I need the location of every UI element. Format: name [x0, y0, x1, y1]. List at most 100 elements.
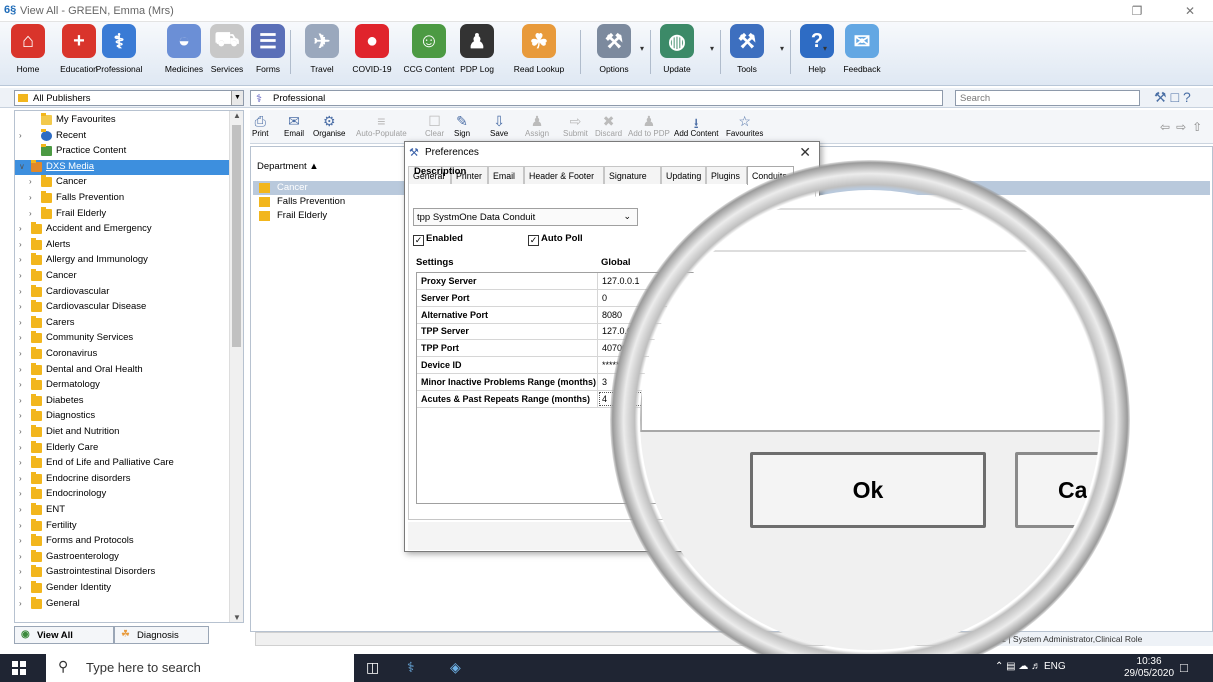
chevron-right-icon[interactable]: › — [19, 552, 22, 561]
settings-row[interactable]: Minor Inactive Problems Range (months) 3 — [417, 373, 667, 391]
ribbon-professional-button[interactable]: ⚕ Professional — [90, 24, 148, 82]
setting-value[interactable]: 127.0.0.1 — [602, 326, 640, 336]
tree-item[interactable]: › Diagnostics — [15, 409, 229, 425]
scroll-thumb[interactable] — [232, 125, 241, 347]
chevron-right-icon[interactable]: › — [19, 396, 22, 405]
content-row[interactable]: Frail Elderly — [253, 209, 403, 223]
tab-updating[interactable]: Updating — [661, 166, 706, 184]
tree-item[interactable]: › Gastrointestinal Disorders — [15, 565, 229, 581]
setting-value[interactable]: 40700 — [602, 343, 627, 353]
chevron-down-icon[interactable]: ∨ — [19, 162, 25, 171]
chevron-right-icon[interactable]: › — [19, 349, 22, 358]
up-arrow-icon[interactable]: ⇧ — [1192, 120, 1208, 134]
save-button[interactable]: ⇩ Save — [490, 113, 508, 138]
tree-item[interactable]: ∨ DXS Media — [15, 159, 229, 176]
chevron-right-icon[interactable]: › — [19, 599, 22, 608]
network-icon[interactable]: ▤ — [1006, 661, 1015, 672]
chevron-right-icon[interactable]: › — [19, 271, 22, 280]
tree-scrollbar[interactable]: ▲ ▼ — [229, 111, 243, 622]
add-content-button[interactable]: ⭳ Add Content — [674, 113, 718, 138]
setting-value[interactable]: 127.0.0.1 — [602, 276, 640, 286]
assign-button[interactable]: ♟ Assign — [525, 113, 549, 138]
chevron-right-icon[interactable]: › — [19, 318, 22, 327]
settings-row[interactable]: TPP Port 40700 — [417, 340, 667, 358]
close-icon[interactable]: ✕ — [799, 144, 811, 161]
volume-icon[interactable]: ♬ — [1031, 661, 1041, 672]
scroll-down-icon[interactable]: ▼ — [230, 613, 243, 622]
ribbon-options-button[interactable]: ⚒ Options — [592, 24, 636, 82]
scroll-up-icon[interactable]: ▲ — [230, 111, 243, 120]
chevron-right-icon[interactable]: › — [19, 287, 22, 296]
chevron-right-icon[interactable]: › — [29, 177, 32, 186]
setting-value[interactable]: ***** — [602, 360, 620, 370]
description-select[interactable]: tpp SystmOne Data Conduit ⌄ — [413, 208, 638, 226]
tree-item[interactable]: › Coronavirus — [15, 347, 229, 363]
tree-item[interactable]: › Elderly Care — [15, 440, 229, 457]
chevron-right-icon[interactable]: › — [19, 505, 22, 514]
ribbon-travel-button[interactable]: ✈ Travel — [300, 24, 344, 82]
chevron-right-icon[interactable]: › — [19, 255, 22, 264]
ribbon-home-button[interactable]: ⌂ Home — [6, 24, 50, 82]
chevron-right-icon[interactable]: › — [19, 536, 22, 545]
chevron-up-icon[interactable]: ⌃ — [995, 661, 1003, 672]
tab-diagnosis[interactable]: ☘ Diagnosis — [114, 626, 209, 644]
tree-item[interactable]: ›My Favourites — [15, 113, 229, 129]
tree-item[interactable]: › Accident and Emergency — [15, 222, 229, 238]
tree-item[interactable]: › Diabetes — [15, 393, 229, 410]
clock[interactable]: 10:36 29/05/2020 — [1124, 656, 1174, 680]
notifications-icon[interactable]: □ — [1180, 660, 1188, 675]
enabled-checkbox[interactable]: ✓ Enabled — [413, 233, 463, 246]
settings-row[interactable]: Server Port 0 — [417, 289, 667, 307]
tree-item[interactable]: › Fertility — [15, 518, 229, 535]
tree-item[interactable]: › Frail Elderly — [15, 206, 229, 223]
tree-item[interactable]: › Dermatology — [15, 378, 229, 394]
tree-item[interactable]: › Dental and Oral Health — [15, 362, 229, 379]
ribbon-services-button[interactable]: ⛟ Services — [205, 24, 249, 82]
add-to-pdp-button[interactable]: ♟ Add to PDP — [628, 113, 670, 138]
tree-item[interactable]: › Endocrinology — [15, 487, 229, 503]
auto-populate-button[interactable]: ≡ Auto-Populate — [356, 113, 407, 138]
chevron-right-icon[interactable]: › — [19, 489, 22, 498]
help-icon[interactable]: ? — [1183, 89, 1195, 105]
dropdown-arrow-icon[interactable]: ▾ — [640, 44, 644, 53]
cancel-button[interactable]: Ca — [1015, 452, 1100, 528]
tree-item[interactable]: › Gender Identity — [15, 581, 229, 597]
tree-item[interactable]: › Cancer — [15, 269, 229, 285]
email-button[interactable]: ✉ Email — [284, 113, 304, 138]
tab-signature[interactable]: Signature — [604, 166, 661, 184]
forward-arrow-icon[interactable]: ⇨ — [1176, 120, 1192, 134]
tree-item[interactable]: › Allergy and Immunology — [15, 253, 229, 269]
discard-button[interactable]: ✖ Discard — [595, 113, 622, 138]
setting-value[interactable]: 3 — [602, 377, 607, 387]
ribbon-help-button[interactable]: ? Help — [795, 24, 839, 82]
tab-header-footer[interactable]: Header & Footer — [524, 166, 604, 184]
chevron-right-icon[interactable]: › — [19, 411, 22, 420]
tab-conduits[interactable]: Conduits — [747, 166, 794, 185]
tools-icon[interactable]: ⚒ — [1154, 89, 1171, 105]
close-window-button[interactable]: ✕ — [1170, 3, 1210, 19]
chevron-right-icon[interactable]: › — [19, 427, 22, 436]
ribbon-pdp-log-button[interactable]: ♟ PDP Log — [455, 24, 499, 82]
ribbon-update-button[interactable]: ◍ Update — [655, 24, 699, 82]
tree-item[interactable]: › Gastroenterology — [15, 549, 229, 566]
tab-view-all[interactable]: ◉ View All — [14, 626, 114, 644]
settings-row[interactable]: Proxy Server 127.0.0.1 — [417, 273, 667, 290]
settings-row[interactable]: Alternative Port 8080 — [417, 306, 667, 324]
ribbon-forms-button[interactable]: ☰ Forms — [246, 24, 290, 82]
language-indicator[interactable]: ENG — [1044, 661, 1066, 672]
chevron-right-icon[interactable]: › — [19, 302, 22, 311]
chevron-right-icon[interactable]: › — [19, 240, 22, 249]
tree-item[interactable]: › Cancer — [15, 175, 229, 191]
publisher-select[interactable]: All Publishers ▼ — [14, 90, 244, 106]
task-view-icon[interactable]: ◫ — [366, 659, 379, 676]
clear-button[interactable]: ☐ Clear — [425, 113, 444, 138]
settings-row[interactable]: Acutes & Past Repeats Range (months) 4 — [417, 390, 667, 408]
department-column-header[interactable]: Department ▲ — [257, 161, 319, 172]
back-arrow-icon[interactable]: ⇦ — [1160, 120, 1176, 134]
tree-item[interactable]: › Forms and Protocols — [15, 534, 229, 550]
chevron-right-icon[interactable]: › — [19, 365, 22, 374]
tree-item[interactable]: › Endocrine disorders — [15, 471, 229, 488]
ribbon-ccg-content-button[interactable]: ☺ CCG Content — [400, 24, 458, 82]
dxs-app-icon[interactable]: ◈ — [450, 659, 461, 676]
chevron-right-icon[interactable]: › — [19, 474, 22, 483]
